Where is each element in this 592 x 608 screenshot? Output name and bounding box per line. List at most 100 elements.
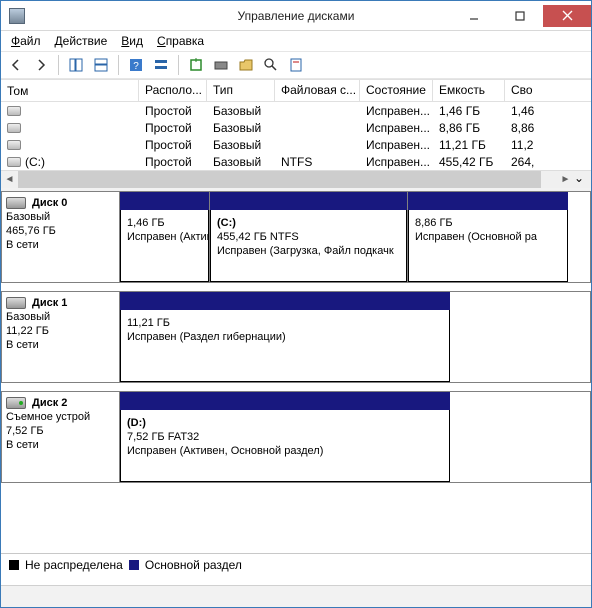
forward-button[interactable] bbox=[30, 54, 52, 76]
cell-free: 8,86 bbox=[505, 121, 563, 135]
rescan-icon[interactable] bbox=[210, 54, 232, 76]
col-volume[interactable]: Том bbox=[1, 80, 139, 101]
app-icon bbox=[9, 8, 25, 24]
col-filesystem[interactable]: Файловая с... bbox=[275, 80, 360, 101]
settings-icon[interactable] bbox=[260, 54, 282, 76]
back-button[interactable] bbox=[5, 54, 27, 76]
menu-view[interactable]: Вид bbox=[115, 32, 149, 50]
disk-size: 11,22 ГБ bbox=[6, 324, 115, 338]
window-controls bbox=[451, 5, 591, 27]
scroll-right-button[interactable]: ► bbox=[557, 171, 574, 188]
disk-type: Базовый bbox=[6, 310, 115, 324]
col-layout[interactable]: Располо... bbox=[139, 80, 207, 101]
partition[interactable]: (D:)7,52 ГБ FAT32Исправен (Активен, Осно… bbox=[120, 392, 450, 482]
minimize-button[interactable] bbox=[451, 5, 497, 27]
disk-partitions: (D:)7,52 ГБ FAT32Исправен (Активен, Осно… bbox=[119, 391, 591, 483]
disk-title: Диск 2 bbox=[6, 396, 115, 410]
cell-status: Исправен... bbox=[360, 138, 433, 152]
legend-swatch-primary bbox=[129, 560, 139, 570]
disk-icon bbox=[6, 397, 26, 409]
partition-body: 1,46 ГБИсправен (Активен bbox=[120, 210, 209, 282]
view-detail-icon[interactable] bbox=[90, 54, 112, 76]
volume-row[interactable]: ПростойБазовыйИсправен...11,21 ГБ11,2 bbox=[1, 136, 591, 153]
help-icon[interactable]: ? bbox=[125, 54, 147, 76]
view-list-icon[interactable] bbox=[65, 54, 87, 76]
volume-icon bbox=[7, 157, 21, 167]
disk-row: Диск 1Базовый11,22 ГБВ сети11,21 ГБИспра… bbox=[1, 291, 591, 383]
volume-rows: ПростойБазовыйИсправен...1,46 ГБ1,46Прос… bbox=[1, 102, 591, 170]
open-folder-icon[interactable] bbox=[235, 54, 257, 76]
volume-list: Том Располо... Тип Файловая с... Состоян… bbox=[1, 79, 591, 187]
cell-fs: NTFS bbox=[275, 155, 360, 169]
show-hide-icon[interactable] bbox=[150, 54, 172, 76]
disk-management-window: Управление дисками Файл Действие Вид Спр… bbox=[0, 0, 592, 608]
partition[interactable]: 11,21 ГБИсправен (Раздел гибернации) bbox=[120, 292, 450, 382]
volume-icon bbox=[7, 123, 21, 133]
partition-body: (C:)455,42 ГБ NTFSИсправен (Загрузка, Фа… bbox=[210, 210, 407, 282]
disk-size: 465,76 ГБ bbox=[6, 224, 115, 238]
partition-header bbox=[120, 292, 450, 310]
cell-capacity: 455,42 ГБ bbox=[433, 155, 505, 169]
horizontal-scrollbar[interactable]: ◄ ► ⌄ bbox=[1, 170, 591, 187]
toolbar-separator bbox=[178, 55, 179, 75]
cell-type: Базовый bbox=[207, 121, 275, 135]
svg-text:?: ? bbox=[133, 61, 139, 72]
scroll-track[interactable] bbox=[18, 171, 557, 188]
partition[interactable]: 8,86 ГБИсправен (Основной ра bbox=[408, 192, 568, 282]
refresh-icon[interactable] bbox=[185, 54, 207, 76]
legend-primary-label: Основной раздел bbox=[145, 558, 242, 572]
statusbar bbox=[1, 585, 591, 607]
cell-free: 1,46 bbox=[505, 104, 563, 118]
volume-row[interactable]: ПростойБазовый Исправен...1,46 ГБ1,46 bbox=[1, 102, 591, 119]
partition-header bbox=[408, 192, 568, 210]
scroll-corner: ⌄ bbox=[574, 171, 591, 188]
disk-rows: Диск 0Базовый465,76 ГБВ сети1,46 ГБИспра… bbox=[1, 191, 591, 553]
partition-header bbox=[120, 192, 209, 210]
disk-partitions: 11,21 ГБИсправен (Раздел гибернации) bbox=[119, 291, 591, 383]
maximize-button[interactable] bbox=[497, 5, 543, 27]
volume-row[interactable]: (C:)ПростойБазовыйNTFSИсправен...455,42 … bbox=[1, 153, 591, 170]
col-type[interactable]: Тип bbox=[207, 80, 275, 101]
volume-list-header: Том Располо... Тип Файловая с... Состоян… bbox=[1, 79, 591, 102]
col-status[interactable]: Состояние bbox=[360, 80, 433, 101]
content-area: Том Располо... Тип Файловая с... Состоян… bbox=[1, 79, 591, 585]
menu-help[interactable]: Справка bbox=[151, 32, 210, 50]
col-free[interactable]: Сво bbox=[505, 80, 563, 101]
menu-file[interactable]: Файл bbox=[5, 32, 47, 50]
disk-online: В сети bbox=[6, 338, 115, 352]
cell-type: Базовый bbox=[207, 138, 275, 152]
cell-type: Базовый bbox=[207, 155, 275, 169]
volume-row[interactable]: ПростойБазовыйИсправен...8,86 ГБ8,86 bbox=[1, 119, 591, 136]
partition-body: (D:)7,52 ГБ FAT32Исправен (Активен, Осно… bbox=[120, 410, 450, 482]
disk-title: Диск 0 bbox=[6, 196, 115, 210]
cell-layout: Простой bbox=[139, 104, 207, 118]
cell-status: Исправен... bbox=[360, 104, 433, 118]
menu-action[interactable]: Действие bbox=[49, 32, 114, 50]
disk-graphical-pane: Диск 0Базовый465,76 ГБВ сети1,46 ГБИспра… bbox=[1, 191, 591, 585]
partition-header bbox=[120, 392, 450, 410]
legend: Не распределена Основной раздел bbox=[1, 553, 591, 575]
close-button[interactable] bbox=[543, 5, 591, 27]
disk-info[interactable]: Диск 2Съемное устрой7,52 ГБВ сети bbox=[1, 391, 119, 483]
partition[interactable]: 1,46 ГБИсправен (Активен bbox=[120, 192, 210, 282]
toolbar-separator bbox=[58, 55, 59, 75]
properties-icon[interactable] bbox=[285, 54, 307, 76]
cell-capacity: 1,46 ГБ bbox=[433, 104, 505, 118]
disk-partitions: 1,46 ГБИсправен (Активен(C:)455,42 ГБ NT… bbox=[119, 191, 591, 283]
disk-title: Диск 1 bbox=[6, 296, 115, 310]
cell-free: 11,2 bbox=[505, 138, 563, 152]
legend-swatch-unallocated bbox=[9, 560, 19, 570]
cell-type: Базовый bbox=[207, 104, 275, 118]
toolbar: ? bbox=[1, 51, 591, 79]
disk-icon bbox=[6, 197, 26, 209]
disk-row: Диск 2Съемное устрой7,52 ГБВ сети(D:)7,5… bbox=[1, 391, 591, 483]
col-capacity[interactable]: Емкость bbox=[433, 80, 505, 101]
disk-info[interactable]: Диск 0Базовый465,76 ГБВ сети bbox=[1, 191, 119, 283]
disk-info[interactable]: Диск 1Базовый11,22 ГБВ сети bbox=[1, 291, 119, 383]
volume-icon bbox=[7, 106, 21, 116]
scroll-thumb[interactable] bbox=[18, 171, 541, 188]
cell-free: 264, bbox=[505, 155, 563, 169]
scroll-left-button[interactable]: ◄ bbox=[1, 171, 18, 188]
partition[interactable]: (C:)455,42 ГБ NTFSИсправен (Загрузка, Фа… bbox=[210, 192, 408, 282]
disk-icon bbox=[6, 297, 26, 309]
